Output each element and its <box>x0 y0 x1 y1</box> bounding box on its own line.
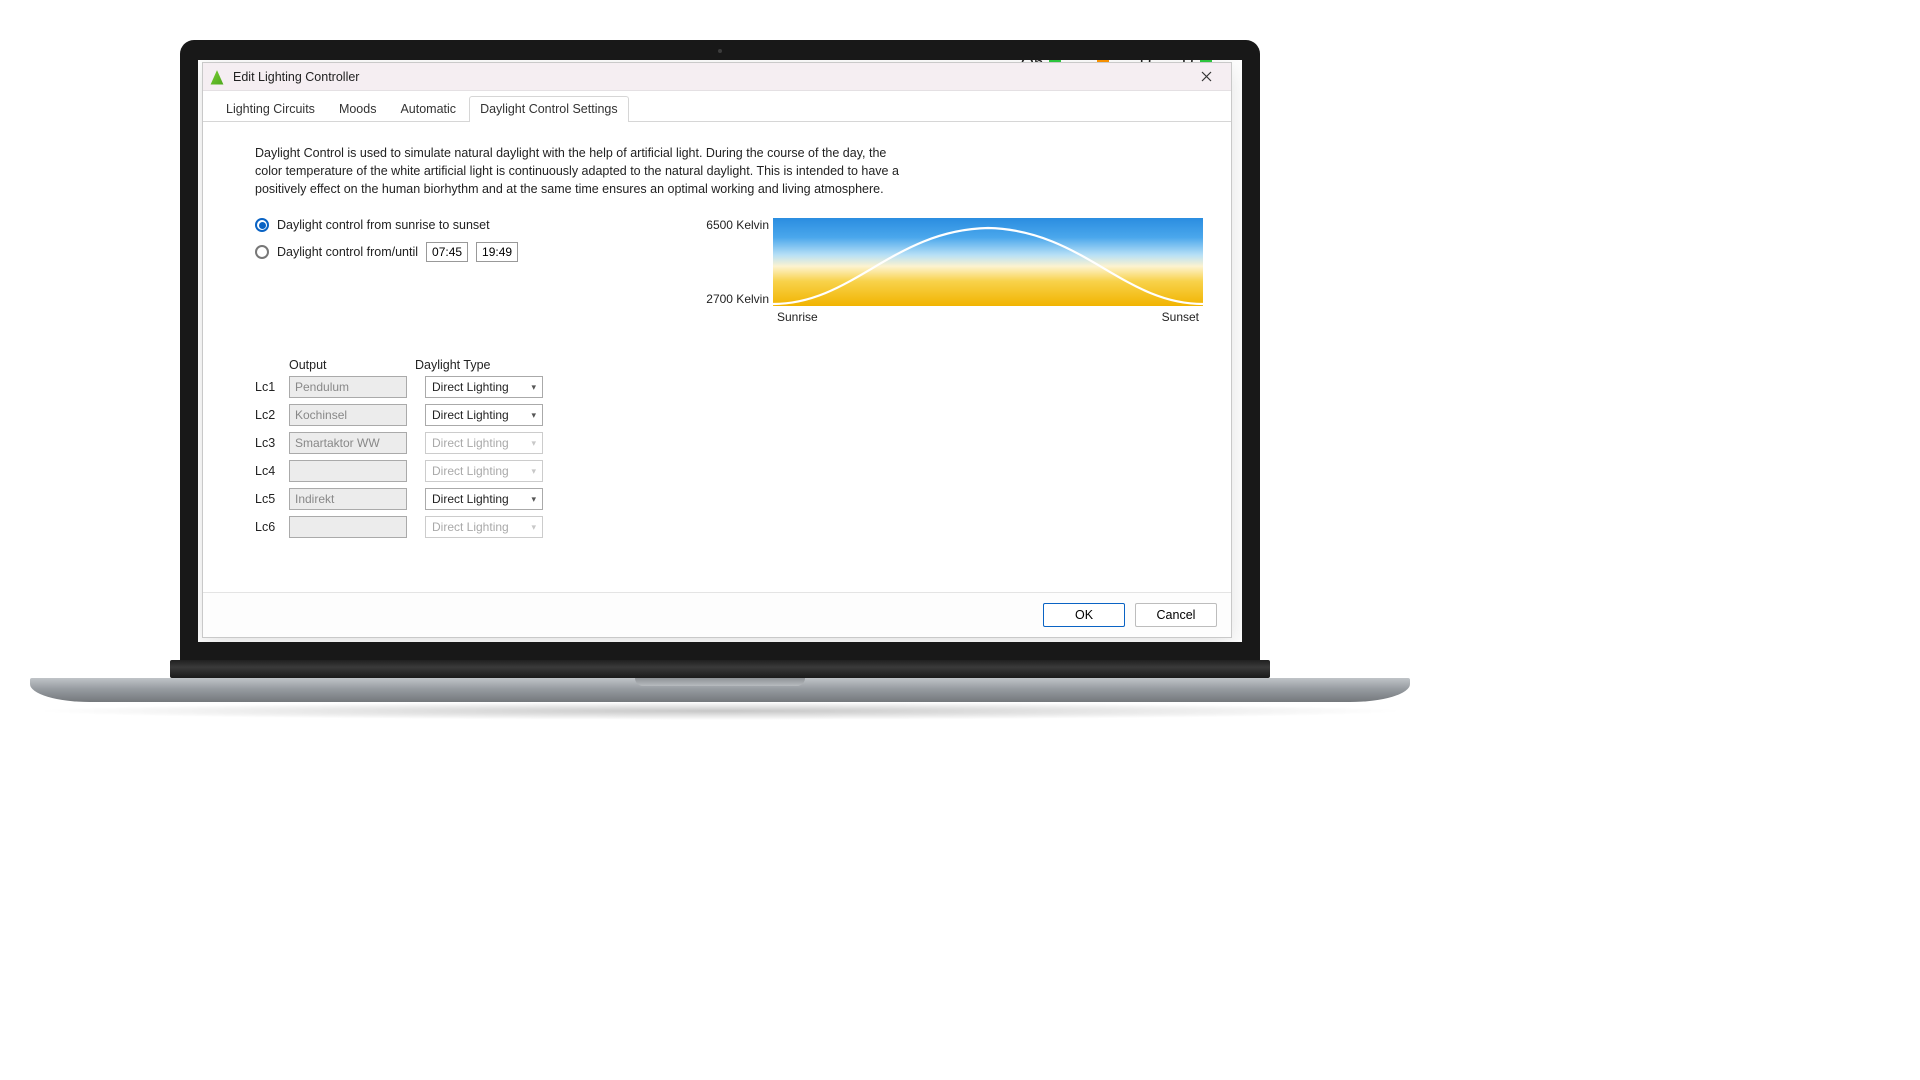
daylight-type-select[interactable]: Direct Lighting ▾ <box>425 376 543 398</box>
chevron-down-icon: ▾ <box>531 438 536 449</box>
daylight-type-value: Direct Lighting <box>432 520 509 534</box>
chevron-down-icon: ▾ <box>531 466 536 477</box>
radio-sunrise-sunset[interactable] <box>255 218 269 232</box>
laptop-shadow <box>30 702 1410 720</box>
daylight-type-select[interactable]: Direct Lighting ▾ <box>425 488 543 510</box>
laptop-bezel: On R R Edit Lighting Controller Light <box>180 40 1260 660</box>
output-row: Lc6 Direct Lighting ▾ <box>255 516 1203 538</box>
time-until-input[interactable] <box>476 242 518 262</box>
kelvin-chart-wrap: 6500 Kelvin 2700 Kelvin Sunrise Sunset <box>773 218 1203 324</box>
output-row-label: Lc6 <box>255 520 289 534</box>
daylight-type-select: Direct Lighting ▾ <box>425 516 543 538</box>
settings-middle-row: Daylight control from sunrise to sunset … <box>231 218 1203 324</box>
ok-button[interactable]: OK <box>1043 603 1125 627</box>
output-name-input[interactable] <box>289 460 407 482</box>
dialog-titlebar: Edit Lighting Controller <box>203 63 1231 91</box>
chart-x-start: Sunrise <box>777 310 818 324</box>
output-row-label: Lc4 <box>255 464 289 478</box>
daylight-type-value: Direct Lighting <box>432 408 509 422</box>
edit-lighting-controller-dialog: Edit Lighting Controller Lighting Circui… <box>202 62 1232 638</box>
outputs-header: Output Daylight Type <box>255 358 1203 372</box>
tab-lighting-circuits[interactable]: Lighting Circuits <box>215 96 326 122</box>
close-button[interactable] <box>1187 63 1225 90</box>
output-row-label: Lc3 <box>255 436 289 450</box>
daylight-type-select: Direct Lighting ▾ <box>425 460 543 482</box>
dialog-content: Daylight Control is used to simulate nat… <box>213 126 1221 592</box>
chart-x-end: Sunset <box>1162 310 1199 324</box>
chart-top-label: 6500 Kelvin <box>706 218 769 232</box>
output-row-label: Lc5 <box>255 492 289 506</box>
output-row: Lc3 Direct Lighting ▾ <box>255 432 1203 454</box>
output-name-input[interactable] <box>289 488 407 510</box>
chevron-down-icon: ▾ <box>531 494 536 505</box>
output-row: Lc1 Direct Lighting ▾ <box>255 376 1203 398</box>
chevron-down-icon: ▾ <box>531 522 536 533</box>
output-row-label: Lc2 <box>255 408 289 422</box>
output-row-label: Lc1 <box>255 380 289 394</box>
daylight-type-value: Direct Lighting <box>432 464 509 478</box>
cancel-button[interactable]: Cancel <box>1135 603 1217 627</box>
dialog-title: Edit Lighting Controller <box>233 70 359 84</box>
header-daylight-type: Daylight Type <box>415 358 535 372</box>
output-name-input[interactable] <box>289 404 407 426</box>
tab-daylight-control-settings[interactable]: Daylight Control Settings <box>469 96 629 122</box>
chart-x-labels: Sunrise Sunset <box>773 310 1203 324</box>
tab-automatic[interactable]: Automatic <box>389 96 467 122</box>
laptop-camera <box>718 49 722 53</box>
radio-from-until[interactable] <box>255 245 269 259</box>
daylight-mode-radio-group: Daylight control from sunrise to sunset … <box>255 218 518 324</box>
chevron-down-icon: ▾ <box>531 382 536 393</box>
output-row: Lc4 Direct Lighting ▾ <box>255 460 1203 482</box>
laptop-hinge <box>170 660 1270 678</box>
output-name-input[interactable] <box>289 376 407 398</box>
output-row: Lc2 Direct Lighting ▾ <box>255 404 1203 426</box>
dialog-footer: OK Cancel <box>203 592 1231 637</box>
chart-y-labels: 6500 Kelvin 2700 Kelvin <box>701 218 769 306</box>
app-icon <box>209 69 225 85</box>
kelvin-chart <box>773 218 1203 306</box>
description-text: Daylight Control is used to simulate nat… <box>255 144 905 198</box>
kelvin-curve <box>773 218 1203 306</box>
output-name-input[interactable] <box>289 432 407 454</box>
laptop-frame: On R R Edit Lighting Controller Light <box>180 40 1260 740</box>
laptop-base <box>30 678 1410 702</box>
daylight-type-select: Direct Lighting ▾ <box>425 432 543 454</box>
header-output: Output <box>289 358 415 372</box>
daylight-type-value: Direct Lighting <box>432 492 509 506</box>
chevron-down-icon: ▾ <box>531 410 536 421</box>
close-icon <box>1201 71 1212 82</box>
daylight-type-value: Direct Lighting <box>432 380 509 394</box>
outputs-table: Output Daylight Type Lc1 Direct Lighting ▾… <box>255 358 1203 538</box>
output-name-input[interactable] <box>289 516 407 538</box>
radio-from-until-label: Daylight control from/until <box>277 245 418 259</box>
laptop-screen: On R R Edit Lighting Controller Light <box>198 60 1242 642</box>
tab-moods[interactable]: Moods <box>328 96 388 122</box>
laptop-notch <box>635 678 805 686</box>
output-row: Lc5 Direct Lighting ▾ <box>255 488 1203 510</box>
radio-sunrise-sunset-label: Daylight control from sunrise to sunset <box>277 218 490 232</box>
daylight-type-value: Direct Lighting <box>432 436 509 450</box>
tab-bar: Lighting Circuits Moods Automatic Daylig… <box>203 91 1231 122</box>
daylight-type-select[interactable]: Direct Lighting ▾ <box>425 404 543 426</box>
time-from-input[interactable] <box>426 242 468 262</box>
chart-bottom-label: 2700 Kelvin <box>706 292 769 306</box>
